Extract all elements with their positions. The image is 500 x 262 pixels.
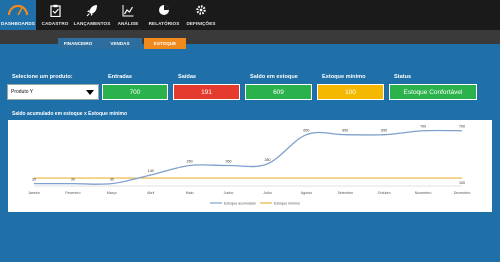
chart-svg: 30 30 30 140 260 260 280 650 650 650 700 700 100 Jane…: [28, 125, 471, 206]
nav-item-label: CADASTRO: [41, 21, 69, 26]
x-tick-label: Junho: [224, 191, 234, 195]
nav-item-definições[interactable]: DEFINIÇÕES: [182, 0, 220, 30]
kpi-estoque-minimo: 100: [317, 84, 384, 100]
subtab-vendas[interactable]: VENDAS: [98, 38, 142, 49]
data-label: 280: [264, 158, 270, 162]
kpi-label-estoque-minimo: Estoque mínimo: [322, 74, 366, 80]
data-label: 700: [459, 125, 465, 129]
kpi-label-status: Status: [394, 74, 412, 80]
top-navigation-bar: DASHBOARDS CADASTRO LANÇAMENTOS ANÁLISE RELA…: [0, 0, 500, 30]
legend-label-minimo: Estoque mínimo: [274, 201, 300, 205]
x-tick-label: Dezembro: [454, 191, 471, 195]
product-select-label: Selecione um produto:: [12, 74, 73, 80]
product-select[interactable]: Produto Y: [7, 84, 99, 100]
data-label: 30: [32, 178, 36, 182]
data-label: 260: [226, 159, 232, 163]
data-label: 30: [71, 178, 75, 182]
nav-item-label: ANÁLISE: [117, 21, 139, 26]
series-line-estoque-acumulado: [34, 129, 463, 185]
chart-title: Saldo acumulado em estoque x Estoque mín…: [12, 111, 128, 117]
nav-item-label: DEFINIÇÕES: [186, 21, 216, 26]
data-label: 260: [187, 159, 193, 163]
x-tick-label: Outubro: [378, 191, 391, 195]
subtab-financeiro[interactable]: FINANCEIRO: [58, 38, 98, 49]
kpi-saldo-estoque: 609: [245, 84, 312, 100]
kpi-label-saldo: Saldo em estoque: [250, 74, 298, 80]
data-label: 30: [110, 178, 114, 182]
nav-item-label: DASHBOARDS: [1, 21, 35, 26]
x-tick-label: Setembro: [337, 191, 353, 195]
line-chart: 30 30 30 140 260 260 280 650 650 650 700 700 100 Jane…: [8, 120, 492, 212]
clipboard-icon: [49, 3, 61, 17]
kpi-entradas: 700: [102, 84, 168, 100]
speedometer-icon: [7, 3, 29, 17]
x-tick-label: Maio: [186, 191, 194, 195]
x-tick-label: Julho: [263, 191, 272, 195]
gear-icon: [195, 3, 207, 17]
nav-item-análise[interactable]: ANÁLISE: [110, 0, 146, 30]
x-tick-label: Agosto: [301, 191, 312, 195]
nav-item-label: RELATÓRIOS: [148, 21, 180, 26]
legend-label-acumulado: Estoque acumulado: [224, 201, 256, 205]
nav-item-relatórios[interactable]: RELATÓRIOS: [146, 0, 182, 30]
data-label: 650: [342, 129, 348, 133]
data-label: 140: [148, 169, 154, 173]
subtab-estoque[interactable]: ESTOQUE: [144, 38, 186, 49]
kpi-label-saidas: Saídas: [178, 74, 197, 80]
nav-item-dashboards[interactable]: DASHBOARDS: [0, 0, 36, 30]
kpi-saidas: 191: [173, 84, 240, 100]
x-tick-label: Março: [107, 191, 117, 195]
nav-item-cadastro[interactable]: CADASTRO: [36, 0, 74, 30]
dropdown-arrow-icon[interactable]: [86, 89, 94, 95]
pie-chart-icon: [158, 3, 170, 17]
x-tick-label: Novembro: [415, 191, 432, 195]
data-label: 650: [381, 129, 387, 133]
x-tick-label: Abril: [147, 191, 154, 195]
kpi-status: Estoque Confortável: [389, 84, 477, 100]
product-select-value: Produto Y: [11, 89, 34, 95]
x-tick-label: Fevereiro: [65, 191, 80, 195]
rocket-icon: [86, 3, 98, 17]
x-tick-label: Janeiro: [28, 191, 40, 195]
nav-item-label: LANÇAMENTOS: [73, 21, 111, 26]
subtabs: FINANCEIRO VENDAS ESTOQUE: [0, 38, 500, 50]
data-label: 700: [420, 125, 426, 129]
line-chart-icon: [122, 3, 134, 17]
data-label: 650: [303, 129, 309, 133]
data-label-minimo: 100: [459, 181, 465, 185]
kpi-label-entradas: Entradas: [108, 74, 132, 80]
nav-item-lançamentos[interactable]: LANÇAMENTOS: [74, 0, 110, 30]
